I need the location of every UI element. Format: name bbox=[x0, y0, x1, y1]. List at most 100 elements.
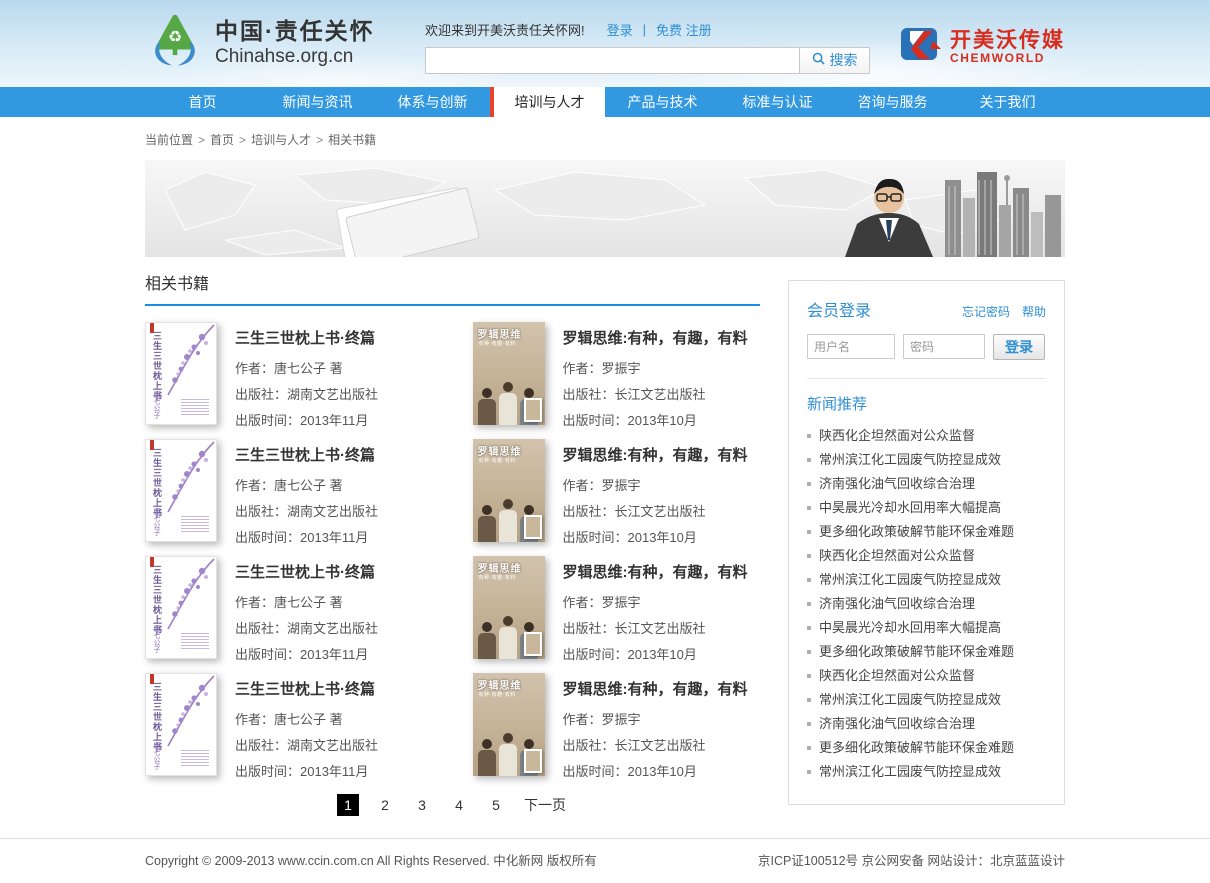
news-list-item[interactable]: 常州滨江化工园废气防控显成效 bbox=[807, 568, 1046, 592]
cover-text-block bbox=[181, 516, 209, 533]
book-title[interactable]: 罗辑思维:有种，有趣，有料 bbox=[563, 444, 748, 465]
login-link[interactable]: 登录 bbox=[607, 20, 633, 39]
pagination-page-button[interactable]: 4 bbox=[448, 794, 470, 816]
nav-item[interactable]: 标准与认证 bbox=[720, 87, 835, 117]
svg-text:♻: ♻ bbox=[168, 27, 182, 46]
book-cover[interactable]: 罗辑思维 有种·有趣·有料 bbox=[473, 556, 545, 659]
news-item-label: 常州滨江化工园废气防控显成效 bbox=[819, 448, 1001, 472]
search-icon bbox=[812, 52, 825, 68]
news-list-item[interactable]: 陕西化企坦然面对公众监督 bbox=[807, 664, 1046, 688]
news-list-item[interactable]: 陕西化企坦然面对公众监督 bbox=[807, 424, 1046, 448]
book-cover-art-photo: 罗辑思维 有种·有趣·有料 bbox=[473, 556, 545, 659]
search-button[interactable]: 搜索 bbox=[800, 47, 870, 74]
site-logo[interactable]: ♻ 中国·责任关怀 Chinahse.org.cn bbox=[145, 11, 425, 76]
book-publisher: 出版社：湖南文艺出版社 bbox=[235, 735, 378, 754]
book-author: 作者：唐七公子 著 bbox=[235, 592, 378, 611]
search-input[interactable] bbox=[425, 47, 800, 74]
cover-blossom-branch bbox=[156, 323, 216, 403]
site-name: 中国·责任关怀 bbox=[215, 18, 375, 46]
breadcrumb-link[interactable]: 培训与人才 bbox=[251, 133, 311, 147]
login-button[interactable]: 登录 bbox=[993, 334, 1045, 360]
book-author: 作者：罗振宇 bbox=[563, 709, 748, 728]
news-list-item[interactable]: 济南强化油气回收综合治理 bbox=[807, 472, 1046, 496]
book-publisher: 出版社：长江文艺出版社 bbox=[563, 501, 748, 520]
news-list-item[interactable]: 陕西化企坦然面对公众监督 bbox=[807, 544, 1046, 568]
news-list-item[interactable]: 更多细化政策破解节能环保金难题 bbox=[807, 640, 1046, 664]
pagination-page-button[interactable]: 3 bbox=[411, 794, 433, 816]
cover-person-figure bbox=[499, 616, 517, 659]
book-grid: 三生三世枕上书 唐七公子 bbox=[145, 322, 760, 778]
news-list-item[interactable]: 常州滨江化工园废气防控显成效 bbox=[807, 688, 1046, 712]
book-cover-art-photo: 罗辑思维 有种·有趣·有料 bbox=[473, 322, 545, 425]
nav-item[interactable]: 关于我们 bbox=[950, 87, 1065, 117]
news-item-label: 常州滨江化工园废气防控显成效 bbox=[819, 760, 1001, 784]
news-list-item[interactable]: 更多细化政策破解节能环保金难题 bbox=[807, 736, 1046, 760]
book-publish-date: 出版时间：2013年10月 bbox=[563, 527, 748, 546]
nav-item[interactable]: 首页 bbox=[145, 87, 260, 117]
pagination-page-button[interactable]: 2 bbox=[374, 794, 396, 816]
news-list-item[interactable]: 中昊晨光冷却水回用率大幅提高 bbox=[807, 616, 1046, 640]
cover-photo-title: 罗辑思维 bbox=[478, 443, 522, 458]
news-item-label: 陕西化企坦然面对公众监督 bbox=[819, 664, 975, 688]
breadcrumb-separator: > bbox=[316, 133, 323, 147]
book-cover[interactable]: 罗辑思维 有种·有趣·有料 bbox=[473, 322, 545, 425]
book-cover[interactable]: 罗辑思维 有种·有趣·有料 bbox=[473, 673, 545, 776]
nav-item[interactable]: 体系与创新 bbox=[375, 87, 490, 117]
book-author: 作者：唐七公子 著 bbox=[235, 475, 378, 494]
breadcrumb-separator: > bbox=[198, 133, 205, 147]
news-item-label: 常州滨江化工园废气防控显成效 bbox=[819, 568, 1001, 592]
news-item-label: 济南强化油气回收综合治理 bbox=[819, 712, 975, 736]
pagination-page-button[interactable]: 1 bbox=[337, 794, 359, 816]
book-author: 作者：罗振宇 bbox=[563, 358, 748, 377]
book-title[interactable]: 三生三世枕上书·终篇 bbox=[235, 678, 378, 699]
partner-name-en: CHEMWORLD bbox=[950, 52, 1065, 65]
book-publish-date: 出版时间：2013年10月 bbox=[563, 761, 748, 780]
book-cover[interactable]: 三生三世枕上书 唐七公子 bbox=[145, 673, 217, 776]
news-list-item[interactable]: 更多细化政策破解节能环保金难题 bbox=[807, 520, 1046, 544]
news-item-label: 陕西化企坦然面对公众监督 bbox=[819, 424, 975, 448]
news-list-item[interactable]: 济南强化油气回收综合治理 bbox=[807, 712, 1046, 736]
book-title[interactable]: 罗辑思维:有种，有趣，有料 bbox=[563, 678, 748, 699]
book-title[interactable]: 三生三世枕上书·终篇 bbox=[235, 561, 378, 582]
book-list-item: 三生三世枕上书 唐七公子 bbox=[145, 673, 433, 778]
book-title[interactable]: 三生三世枕上书·终篇 bbox=[235, 444, 378, 465]
book-cover[interactable]: 三生三世枕上书 唐七公子 bbox=[145, 556, 217, 659]
news-list: 陕西化企坦然面对公众监督 常州滨江化工园废气防控显成效 济南强化油气回收综合治理… bbox=[807, 424, 1046, 784]
username-field[interactable] bbox=[807, 334, 895, 359]
book-cover-art-photo: 罗辑思维 有种·有趣·有料 bbox=[473, 439, 545, 542]
book-title[interactable]: 三生三世枕上书·终篇 bbox=[235, 327, 378, 348]
breadcrumb-link[interactable]: 首页 bbox=[210, 133, 234, 147]
news-list-item[interactable]: 济南强化油气回收综合治理 bbox=[807, 592, 1046, 616]
news-list-item[interactable]: 中昊晨光冷却水回用率大幅提高 bbox=[807, 496, 1046, 520]
book-title[interactable]: 罗辑思维:有种，有趣，有料 bbox=[563, 561, 748, 582]
cover-mini-book bbox=[524, 632, 542, 656]
cover-photo-title: 罗辑思维 bbox=[478, 677, 522, 692]
nav-item[interactable]: 产品与技术 bbox=[605, 87, 720, 117]
welcome-text: 欢迎来到开美沃责任关怀网! bbox=[425, 20, 585, 39]
book-cover[interactable]: 罗辑思维 有种·有趣·有料 bbox=[473, 439, 545, 542]
book-cover[interactable]: 三生三世枕上书 唐七公子 bbox=[145, 439, 217, 542]
book-title[interactable]: 罗辑思维:有种，有趣，有料 bbox=[563, 327, 748, 348]
forgot-password-link[interactable]: 忘记密码 bbox=[962, 303, 1010, 320]
pagination: 12345 下一页 bbox=[145, 794, 760, 816]
breadcrumb-separator: > bbox=[239, 133, 246, 147]
book-author: 作者：唐七公子 著 bbox=[235, 358, 378, 377]
book-publish-date: 出版时间：2013年10月 bbox=[563, 410, 748, 429]
book-list-item: 罗辑思维 有种·有趣·有料 罗辑思维:有种，有趣，有料 作者：罗振宇 出版社：长… bbox=[473, 556, 761, 661]
news-list-item[interactable]: 常州滨江化工园废气防控显成效 bbox=[807, 760, 1046, 784]
register-link[interactable]: 免费 注册 bbox=[656, 20, 712, 39]
nav-item[interactable]: 新闻与资讯 bbox=[260, 87, 375, 117]
password-field[interactable] bbox=[903, 334, 985, 359]
member-login-title: 会员登录 bbox=[807, 297, 871, 321]
news-list-item[interactable]: 常州滨江化工园废气防控显成效 bbox=[807, 448, 1046, 472]
partner-logo: 开美沃传媒 CHEMWORLD bbox=[900, 27, 1065, 68]
nav-item[interactable]: 咨询与服务 bbox=[835, 87, 950, 117]
section-title: 相关书籍 bbox=[145, 270, 760, 306]
book-cover[interactable]: 三生三世枕上书 唐七公子 bbox=[145, 322, 217, 425]
breadcrumb-prefix: 当前位置 bbox=[145, 133, 193, 147]
pagination-page-button[interactable]: 5 bbox=[485, 794, 507, 816]
nav-item[interactable]: 培训与人才 bbox=[490, 87, 605, 117]
breadcrumb-link[interactable]: 相关书籍 bbox=[328, 133, 376, 147]
pagination-next-button[interactable]: 下一页 bbox=[522, 794, 568, 816]
help-link[interactable]: 帮助 bbox=[1022, 303, 1046, 320]
